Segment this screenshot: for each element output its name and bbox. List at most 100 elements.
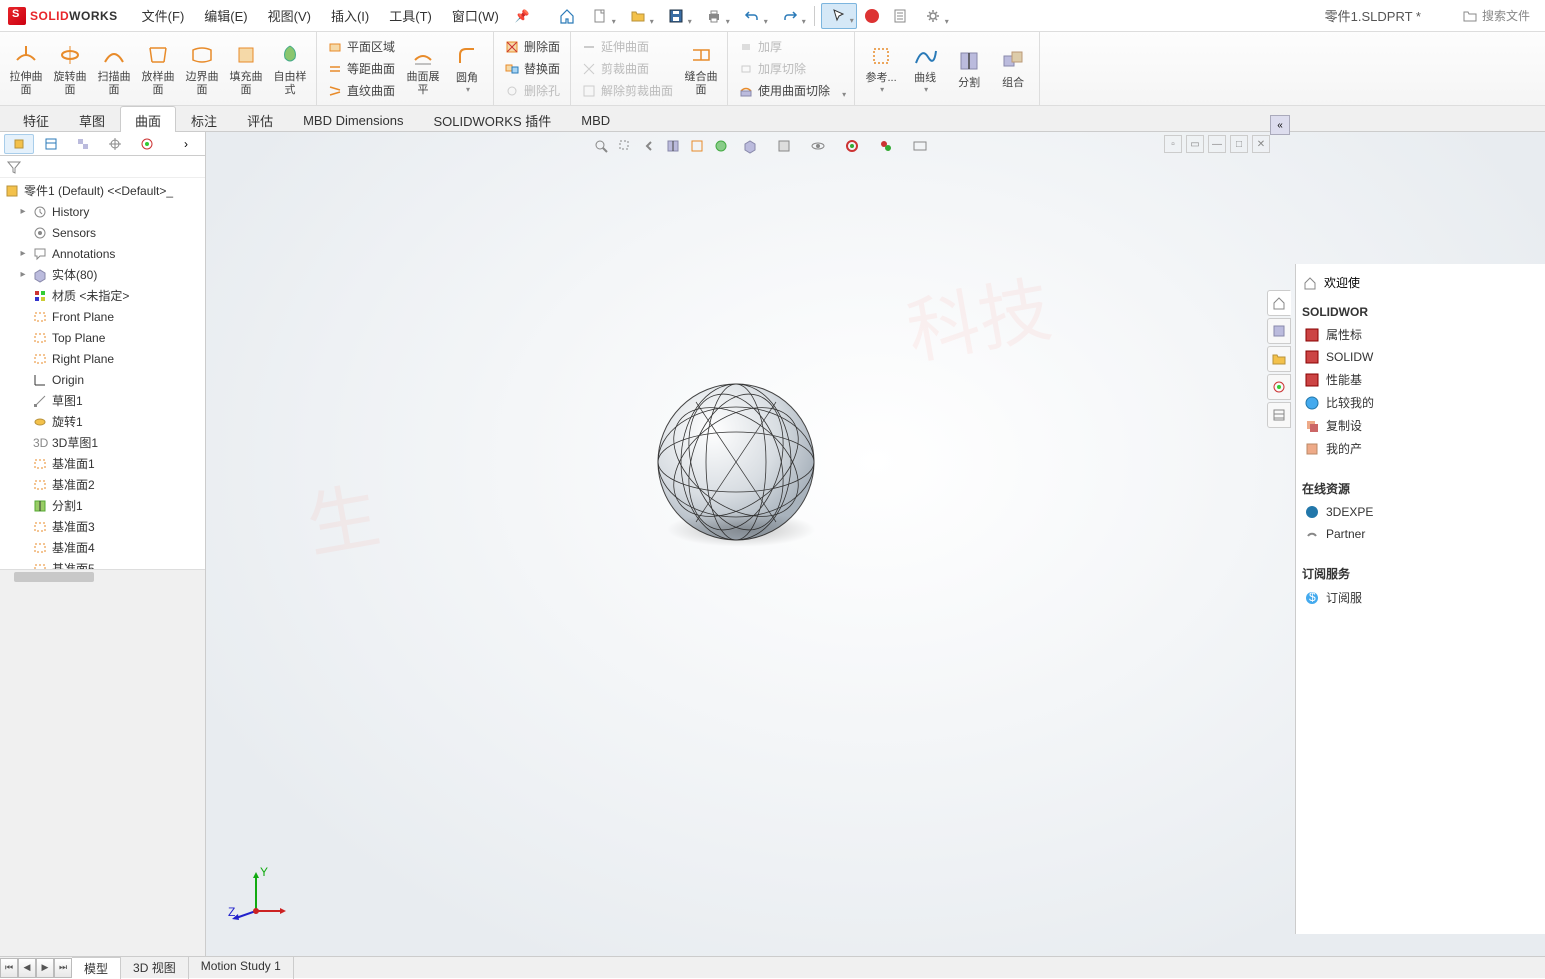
combine-button[interactable]: 组合 xyxy=(991,34,1035,103)
print-button[interactable] xyxy=(696,3,732,29)
ruled-surface-button[interactable]: 直纹曲面 xyxy=(321,80,401,102)
cmdtab-曲面[interactable]: 曲面 xyxy=(120,106,176,134)
maximize-button[interactable]: □ xyxy=(1230,135,1248,153)
cmdtab-草图[interactable]: 草图 xyxy=(64,106,120,134)
tree-root[interactable]: 零件1 (Default) <<Default>_ xyxy=(0,180,205,201)
rebuild-button[interactable] xyxy=(859,3,885,29)
home-button[interactable] xyxy=(554,3,580,29)
dynamic-annotation-button[interactable] xyxy=(686,135,708,157)
edit-appearance-dd-button[interactable] xyxy=(870,135,902,157)
new-window-button[interactable]: ▫ xyxy=(1164,135,1182,153)
taskpane-collapse-button[interactable]: « xyxy=(1270,115,1290,135)
flatten-surface-button[interactable]: 曲面展平 xyxy=(401,34,445,103)
tree-item[interactable]: 3D3D草图1 xyxy=(0,432,205,453)
sweep-surface-button[interactable]: 扫描曲面 xyxy=(92,34,136,103)
tree-material[interactable]: 材质 <未指定> xyxy=(0,285,205,306)
edit-appearance-button[interactable] xyxy=(710,135,732,157)
bottom-tab-Motion Study 1[interactable]: Motion Study 1 xyxy=(189,957,294,979)
nav-last[interactable]: ⏭ xyxy=(54,958,72,978)
tree-item[interactable]: 基准面5 xyxy=(0,558,205,569)
previous-view-button[interactable] xyxy=(638,135,660,157)
taskpane-subscribe[interactable]: $订阅服 xyxy=(1302,586,1539,609)
tree-item[interactable]: 草图1 xyxy=(0,390,205,411)
menu-file[interactable]: 文件(F) xyxy=(134,2,193,29)
cut-with-surface-button[interactable]: 使用曲面切除 xyxy=(732,80,836,102)
display-style-button[interactable] xyxy=(768,135,800,157)
taskpane-compare[interactable]: 比较我的 xyxy=(1302,391,1539,414)
menu-view[interactable]: 视图(V) xyxy=(260,2,319,29)
zoom-fit-button[interactable] xyxy=(590,135,612,157)
extrude-surface-button[interactable]: 拉伸曲面 xyxy=(4,34,48,103)
tree-item[interactable]: 旋转1 xyxy=(0,411,205,432)
cmdtab-SOLIDWORKS 插件[interactable]: SOLIDWORKS 插件 xyxy=(419,106,567,134)
tree-sensors[interactable]: Sensors xyxy=(0,222,205,243)
model-sphere[interactable] xyxy=(646,372,826,555)
tree-horizontal-scrollbar[interactable] xyxy=(0,569,205,957)
curves-button[interactable]: 曲线▾ xyxy=(903,34,947,103)
tree-front-plane[interactable]: Front Plane xyxy=(0,306,205,327)
cmdtab-标注[interactable]: 标注 xyxy=(176,106,232,134)
dimxpert-tab[interactable] xyxy=(100,134,130,154)
taskpane-view-palette-tab[interactable] xyxy=(1267,374,1291,400)
feature-tree-expand-button[interactable]: › xyxy=(171,134,201,154)
tree-top-plane[interactable]: Top Plane xyxy=(0,327,205,348)
replace-face-button[interactable]: 替换面 xyxy=(498,58,566,80)
cmdtab-特征[interactable]: 特征 xyxy=(8,106,64,134)
new-button[interactable] xyxy=(582,3,618,29)
tree-annotations[interactable]: ▸Annotations xyxy=(0,243,205,264)
planar-surface-button[interactable]: 平面区域 xyxy=(321,36,401,58)
undo-button[interactable] xyxy=(734,3,770,29)
close-button[interactable]: ✕ xyxy=(1252,135,1270,153)
property-manager-tab[interactable] xyxy=(36,134,66,154)
taskpane-design-library-tab[interactable] xyxy=(1267,318,1291,344)
view-settings-button[interactable] xyxy=(904,135,936,157)
search-box[interactable]: 搜索文件 xyxy=(1455,4,1537,27)
tree-right-plane[interactable]: Right Plane xyxy=(0,348,205,369)
bottom-tab-3D 视图[interactable]: 3D 视图 xyxy=(121,957,189,979)
loft-surface-button[interactable]: 放样曲面 xyxy=(136,34,180,103)
taskpane-3dexperience[interactable]: 3DEXPE xyxy=(1302,501,1539,523)
hide-show-button[interactable] xyxy=(802,135,834,157)
taskpane-property-tabs[interactable]: 属性标 xyxy=(1302,323,1539,346)
view-triad[interactable]: Y Z xyxy=(226,866,286,926)
bottom-tab-模型[interactable]: 模型 xyxy=(72,957,121,979)
nav-first[interactable]: ⏮ xyxy=(0,958,18,978)
taskpane-my-products[interactable]: 我的产 xyxy=(1302,437,1539,460)
fillet-button[interactable]: 圆角▾ xyxy=(445,34,489,103)
configuration-manager-tab[interactable] xyxy=(68,134,98,154)
delete-face-button[interactable]: 删除面 xyxy=(498,36,566,58)
revolve-surface-button[interactable]: 旋转曲面 xyxy=(48,34,92,103)
cmdtab-MBD Dimensions[interactable]: MBD Dimensions xyxy=(288,108,418,132)
minimize-button[interactable]: — xyxy=(1208,135,1226,153)
nav-next[interactable]: ▶ xyxy=(36,958,54,978)
display-manager-tab[interactable] xyxy=(132,134,162,154)
menu-edit[interactable]: 编辑(E) xyxy=(196,2,255,29)
cmdtab-评估[interactable]: 评估 xyxy=(232,106,288,134)
save-button[interactable] xyxy=(658,3,694,29)
freeform-button[interactable]: 自由样式 xyxy=(268,34,312,103)
boundary-surface-button[interactable]: 边界曲面 xyxy=(180,34,224,103)
tree-history[interactable]: ▸History xyxy=(0,201,205,222)
feature-tree-tab[interactable] xyxy=(4,134,34,154)
feature-filter[interactable] xyxy=(0,156,205,178)
knit-surface-button[interactable]: 缝合曲面 xyxy=(679,34,723,103)
menu-tools[interactable]: 工具(T) xyxy=(381,2,440,29)
file-properties-button[interactable] xyxy=(887,3,913,29)
apply-scene-button[interactable] xyxy=(836,135,868,157)
taskpane-copy-settings[interactable]: 复制设 xyxy=(1302,414,1539,437)
open-button[interactable] xyxy=(620,3,656,29)
taskpane-file-explorer-tab[interactable] xyxy=(1267,346,1291,372)
view-orientation-button[interactable] xyxy=(734,135,766,157)
taskpane-performance[interactable]: 性能基 xyxy=(1302,368,1539,391)
taskpane-partner[interactable]: Partner xyxy=(1302,523,1539,545)
split-button[interactable]: 分割 xyxy=(947,34,991,103)
tree-origin[interactable]: Origin xyxy=(0,369,205,390)
nav-prev[interactable]: ◀ xyxy=(18,958,36,978)
pin-icon[interactable]: 📌 xyxy=(515,9,530,23)
section-view-button[interactable] xyxy=(662,135,684,157)
tree-item[interactable]: 基准面1 xyxy=(0,453,205,474)
redo-button[interactable] xyxy=(772,3,808,29)
options-button[interactable] xyxy=(915,3,951,29)
tile-button[interactable]: ▭ xyxy=(1186,135,1204,153)
zoom-area-button[interactable] xyxy=(614,135,636,157)
